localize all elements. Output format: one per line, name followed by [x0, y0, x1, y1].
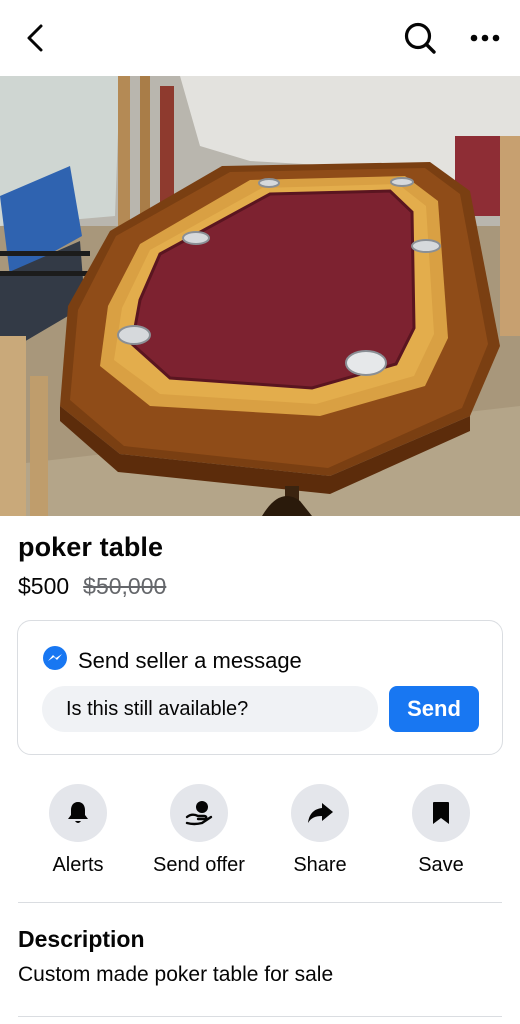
send-offer-label: Send offer	[153, 854, 245, 876]
price-row: $500 $50,000	[18, 573, 166, 600]
divider	[18, 1016, 502, 1017]
message-heading-row: Send seller a message	[42, 645, 302, 677]
bookmark-icon[interactable]	[412, 784, 470, 842]
message-heading: Send seller a message	[78, 648, 302, 673]
more-options-icon[interactable]	[466, 20, 504, 56]
alerts-label: Alerts	[52, 854, 104, 876]
share-button[interactable]: Share	[270, 784, 370, 877]
share-label: Share	[293, 854, 347, 876]
save-label: Save	[418, 854, 464, 876]
send-offer-button[interactable]: Send offer	[149, 784, 249, 877]
listing-photo[interactable]	[0, 76, 520, 516]
listing-title: poker table	[18, 532, 164, 562]
back-arrow-icon[interactable]	[18, 20, 52, 56]
bell-icon[interactable]	[49, 784, 107, 842]
listing-price: $500	[18, 573, 70, 599]
description-heading: Description	[18, 926, 145, 952]
message-input[interactable]	[42, 686, 378, 732]
messenger-icon	[42, 645, 68, 677]
top-bar	[0, 0, 520, 76]
send-button[interactable]: Send	[389, 686, 479, 732]
save-button[interactable]: Save	[391, 784, 491, 877]
divider	[18, 902, 502, 903]
description-text: Custom made poker table for sale	[18, 963, 334, 986]
search-icon[interactable]	[402, 20, 438, 56]
alerts-button[interactable]: Alerts	[28, 784, 128, 877]
poker-table-image	[0, 76, 520, 516]
message-seller-card: Send seller a message Send	[17, 620, 503, 755]
original-price: $50,000	[83, 573, 167, 599]
share-icon[interactable]	[291, 784, 349, 842]
offer-icon[interactable]	[170, 784, 228, 842]
